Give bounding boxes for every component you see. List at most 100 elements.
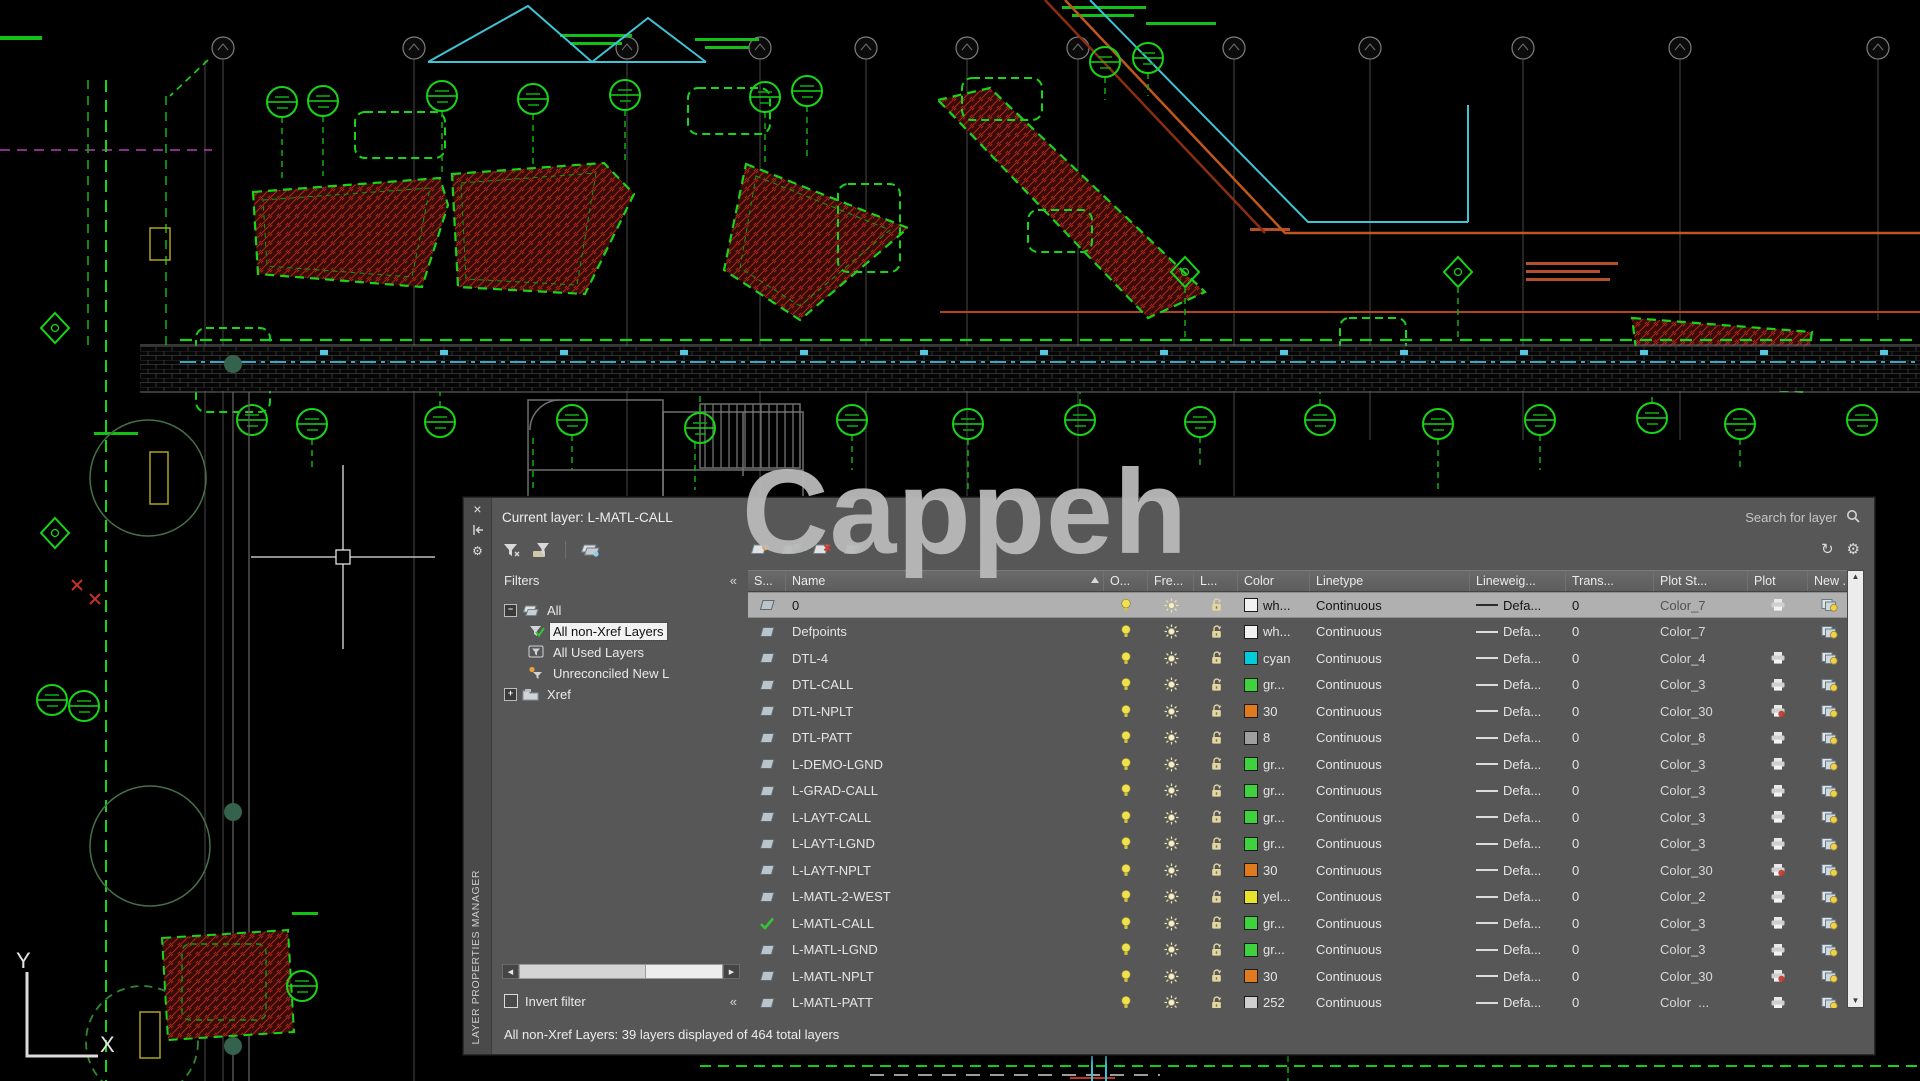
color-swatch[interactable] bbox=[1244, 890, 1258, 904]
layer-lock-icon[interactable] bbox=[1210, 625, 1223, 639]
layer-lock-icon[interactable] bbox=[1210, 731, 1223, 745]
layer-row[interactable]: L-DEMO-LGNDgr...ContinuousDefa...0Color_… bbox=[748, 751, 1847, 778]
plot-icon[interactable] bbox=[1770, 784, 1786, 798]
plot-icon[interactable] bbox=[1770, 996, 1786, 1008]
layer-lock-icon[interactable] bbox=[1210, 969, 1223, 983]
new-vp-freeze-icon[interactable] bbox=[1821, 969, 1838, 983]
linetype-value[interactable]: Continuous bbox=[1316, 704, 1382, 719]
layer-freeze-icon[interactable] bbox=[1164, 730, 1179, 745]
new-vp-freeze-icon[interactable] bbox=[1821, 678, 1838, 692]
linetype-value[interactable]: Continuous bbox=[1316, 730, 1382, 745]
linetype-value[interactable]: Continuous bbox=[1316, 836, 1382, 851]
filter-tree-item[interactable]: +Xref bbox=[502, 684, 742, 705]
filter-label[interactable]: All non-Xref Layers bbox=[550, 623, 667, 640]
layer-row[interactable]: 0wh...ContinuousDefa...0Color_7 bbox=[748, 592, 1847, 619]
layer-on-icon[interactable] bbox=[1120, 916, 1132, 931]
delete-layer-button[interactable] bbox=[812, 542, 832, 558]
plot-icon[interactable] bbox=[1770, 943, 1786, 957]
lineweight-value[interactable]: Defa... bbox=[1503, 704, 1541, 719]
layer-name[interactable]: 0 bbox=[792, 598, 799, 613]
layer-freeze-icon[interactable] bbox=[1164, 969, 1179, 984]
transparency-value[interactable]: 0 bbox=[1572, 730, 1579, 745]
new-vp-freeze-icon[interactable] bbox=[1821, 651, 1838, 665]
transparency-value[interactable]: 0 bbox=[1572, 863, 1579, 878]
lineweight-value[interactable]: Defa... bbox=[1503, 863, 1541, 878]
lineweight-value[interactable]: Defa... bbox=[1503, 598, 1541, 613]
layer-name[interactable]: L-LAYT-CALL bbox=[792, 810, 871, 825]
transparency-value[interactable]: 0 bbox=[1572, 651, 1579, 666]
layer-name[interactable]: DTL-NPLT bbox=[792, 704, 853, 719]
column-header[interactable]: Plot bbox=[1748, 571, 1808, 591]
layer-lock-icon[interactable] bbox=[1210, 943, 1223, 957]
filter-label[interactable]: Xref bbox=[544, 686, 574, 703]
new-layer-button[interactable] bbox=[750, 542, 770, 558]
plot-icon[interactable] bbox=[1770, 731, 1786, 745]
transparency-value[interactable]: 0 bbox=[1572, 704, 1579, 719]
linetype-value[interactable]: Continuous bbox=[1316, 783, 1382, 798]
collapse-filters-icon[interactable]: « bbox=[730, 573, 737, 588]
new-vp-freeze-icon[interactable] bbox=[1821, 837, 1838, 851]
scroll-right-icon[interactable]: ▶ bbox=[723, 964, 740, 979]
autohide-icon[interactable] bbox=[464, 519, 491, 540]
lineweight-value[interactable]: Defa... bbox=[1503, 969, 1541, 984]
lineweight-value[interactable]: Defa... bbox=[1503, 995, 1541, 1008]
layer-row[interactable]: DTL-PATT8ContinuousDefa...0Color_8 bbox=[748, 724, 1847, 751]
layer-on-icon[interactable] bbox=[1120, 942, 1132, 957]
layer-name[interactable]: DTL-PATT bbox=[792, 730, 852, 745]
linetype-value[interactable]: Continuous bbox=[1316, 624, 1382, 639]
settings-button[interactable]: ⚙ bbox=[1847, 542, 1860, 557]
column-header[interactable]: New ... bbox=[1808, 571, 1850, 591]
scroll-up-icon[interactable]: ▲ bbox=[1852, 572, 1860, 582]
filters-horizontal-scrollbar[interactable]: ◀ ▶ bbox=[502, 964, 740, 979]
new-vp-freeze-icon[interactable] bbox=[1821, 598, 1838, 612]
color-swatch[interactable] bbox=[1244, 863, 1258, 877]
scroll-down-icon[interactable]: ▼ bbox=[1852, 996, 1860, 1006]
layer-lock-icon[interactable] bbox=[1210, 916, 1223, 930]
set-current-button[interactable] bbox=[843, 542, 863, 558]
new-vp-freeze-icon[interactable] bbox=[1821, 863, 1838, 877]
linetype-value[interactable]: Continuous bbox=[1316, 677, 1382, 692]
new-vp-freeze-icon[interactable] bbox=[1821, 916, 1838, 930]
plot-icon[interactable] bbox=[1770, 598, 1786, 612]
layer-freeze-icon[interactable] bbox=[1164, 836, 1179, 851]
color-swatch[interactable] bbox=[1244, 731, 1258, 745]
linetype-value[interactable]: Continuous bbox=[1316, 995, 1382, 1008]
layer-freeze-icon[interactable] bbox=[1164, 704, 1179, 719]
transparency-value[interactable]: 0 bbox=[1572, 624, 1579, 639]
plot-icon[interactable] bbox=[1770, 916, 1786, 930]
no-plot-icon[interactable] bbox=[1770, 969, 1786, 983]
color-swatch[interactable] bbox=[1244, 943, 1258, 957]
layer-lock-icon[interactable] bbox=[1210, 996, 1223, 1008]
column-header[interactable]: Name bbox=[786, 571, 1104, 591]
color-swatch[interactable] bbox=[1244, 598, 1258, 612]
layer-lock-icon[interactable] bbox=[1210, 863, 1223, 877]
linetype-value[interactable]: Continuous bbox=[1316, 863, 1382, 878]
color-swatch[interactable] bbox=[1244, 810, 1258, 824]
color-swatch[interactable] bbox=[1244, 784, 1258, 798]
filter-label[interactable]: Unreconciled New L bbox=[550, 665, 672, 682]
layer-on-icon[interactable] bbox=[1120, 704, 1132, 719]
transparency-value[interactable]: 0 bbox=[1572, 995, 1579, 1008]
color-swatch[interactable] bbox=[1244, 996, 1258, 1008]
palette-properties-icon[interactable]: ⚙ bbox=[464, 540, 491, 561]
transparency-value[interactable]: 0 bbox=[1572, 942, 1579, 957]
layer-on-icon[interactable] bbox=[1120, 730, 1132, 745]
plot-icon[interactable] bbox=[1770, 757, 1786, 771]
layer-name[interactable]: L-GRAD-CALL bbox=[792, 783, 878, 798]
layer-freeze-icon[interactable] bbox=[1164, 863, 1179, 878]
close-icon[interactable]: × bbox=[464, 498, 491, 519]
layer-name[interactable]: L-LAYT-LGND bbox=[792, 836, 875, 851]
layer-lock-icon[interactable] bbox=[1210, 651, 1223, 665]
layer-on-icon[interactable] bbox=[1120, 598, 1132, 613]
column-header[interactable]: Fre... bbox=[1148, 571, 1194, 591]
layer-lock-icon[interactable] bbox=[1210, 598, 1223, 612]
refresh-button[interactable]: ↻ bbox=[1821, 542, 1834, 557]
column-header[interactable]: Linetype bbox=[1310, 571, 1470, 591]
layer-row[interactable]: L-MATL-CALLgr...ContinuousDefa...0Color_… bbox=[748, 910, 1847, 937]
sort-ascending-icon[interactable] bbox=[1091, 577, 1099, 583]
layer-on-icon[interactable] bbox=[1120, 651, 1132, 666]
layer-lock-icon[interactable] bbox=[1210, 837, 1223, 851]
layer-states-manager-button[interactable] bbox=[580, 542, 600, 558]
layer-freeze-icon[interactable] bbox=[1164, 942, 1179, 957]
filter-label[interactable]: All Used Layers bbox=[550, 644, 647, 661]
